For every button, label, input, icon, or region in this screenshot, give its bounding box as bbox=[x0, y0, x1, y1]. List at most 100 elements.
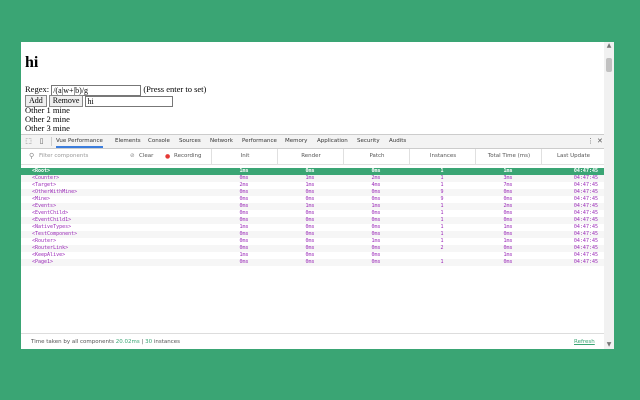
table-row[interactable]: <EventChild> 0ms 0ms 0ms 1 0ms 04:47:45 bbox=[21, 210, 604, 217]
recording-button[interactable]: Recording bbox=[174, 149, 202, 164]
component-table: <Root> 1ms 0ms 0ms 1 1ms 04:47:45 <Counter> 0ms 1… bbox=[21, 168, 604, 266]
cell-last-update: 04:47:45 bbox=[573, 189, 598, 195]
component-name: <Root> bbox=[32, 168, 51, 174]
table-row[interactable]: <Counter> 0ms 1ms 2ms 1 3ms 04:47:45 bbox=[21, 175, 604, 182]
cell-total: 0ms bbox=[503, 259, 513, 265]
cell-instances: 1 bbox=[440, 210, 444, 216]
table-row[interactable]: <Events> 0ms 1ms 1ms 1 2ms 04:47:45 bbox=[21, 203, 604, 210]
footer-separator: | bbox=[141, 339, 144, 345]
cell-instances: 9 bbox=[440, 189, 444, 195]
table-row[interactable]: <RouterLink> 0ms 0ms 0ms 2 0ms 04:47:45 bbox=[21, 245, 604, 252]
tab-vue-performance[interactable]: Vue Performance bbox=[56, 135, 103, 148]
regex-row: Regex: /(a|w+|b)/g (Press enter to set) bbox=[25, 84, 206, 96]
tab-performance[interactable]: Performance bbox=[242, 135, 277, 148]
column-header-patch[interactable]: Patch bbox=[343, 149, 410, 164]
cell-render: 1ms bbox=[305, 203, 315, 209]
cell-instances: 1 bbox=[440, 182, 444, 188]
cell-render: 1ms bbox=[305, 175, 315, 181]
cell-last-update: 04:47:45 bbox=[573, 203, 598, 209]
cell-last-update: 04:47:45 bbox=[573, 168, 598, 174]
tab-sources[interactable]: Sources bbox=[179, 135, 201, 148]
cell-render: 0ms bbox=[305, 168, 315, 174]
cell-patch: 0ms bbox=[371, 189, 381, 195]
cell-patch: 0ms bbox=[371, 252, 381, 258]
page-scrollbar[interactable]: ▲ ▼ bbox=[604, 42, 614, 349]
tab-audits[interactable]: Audits bbox=[389, 135, 406, 148]
tab-memory[interactable]: Memory bbox=[285, 135, 307, 148]
cell-init: 2ms bbox=[239, 182, 249, 188]
table-row[interactable]: <KeepAlive> 1ms 0ms 0ms 1ms 04:47:45 bbox=[21, 252, 604, 259]
cell-patch: 0ms bbox=[371, 259, 381, 265]
cell-last-update: 04:47:45 bbox=[573, 196, 598, 202]
component-name: <EventChild> bbox=[32, 210, 69, 216]
cell-total: 0ms bbox=[503, 245, 513, 251]
tab-elements[interactable]: Elements bbox=[115, 135, 141, 148]
cell-last-update: 04:47:45 bbox=[573, 175, 598, 181]
tab-security[interactable]: Security bbox=[357, 135, 380, 148]
clear-button[interactable]: Clear bbox=[139, 149, 153, 164]
table-row[interactable]: <TestComponent> 0ms 0ms 0ms 1 0ms 04:47:45 bbox=[21, 231, 604, 238]
cell-instances: 1 bbox=[440, 224, 444, 230]
item-input[interactable]: hi bbox=[85, 95, 174, 107]
column-header-last-update[interactable]: Last Update bbox=[541, 149, 605, 164]
column-header-total-time[interactable]: Total Time (ms) bbox=[475, 149, 542, 164]
cell-instances: 9 bbox=[440, 196, 444, 202]
table-row[interactable]: <Router> 0ms 0ms 1ms 1 1ms 04:47:45 bbox=[21, 238, 604, 245]
tab-network[interactable]: Network bbox=[210, 135, 233, 148]
component-name: <Router> bbox=[32, 238, 57, 244]
cell-render: 0ms bbox=[305, 245, 315, 251]
cell-render: 0ms bbox=[305, 217, 315, 223]
cell-last-update: 04:47:45 bbox=[573, 224, 598, 230]
cell-patch: 0ms bbox=[371, 210, 381, 216]
regex-input[interactable]: /(a|w+|b)/g bbox=[51, 84, 142, 96]
refresh-link[interactable]: Refresh bbox=[574, 339, 595, 345]
column-header-instances[interactable]: Instances bbox=[409, 149, 476, 164]
close-icon[interactable]: ✕ bbox=[597, 135, 603, 148]
cell-total: 2ms bbox=[503, 203, 513, 209]
table-row[interactable]: <OtherWithMine> 0ms 0ms 0ms 9 0ms 04:47:45 bbox=[21, 189, 604, 196]
cell-init: 0ms bbox=[239, 238, 249, 244]
filter-icon: ⚲ bbox=[29, 152, 35, 160]
devtools-footer: Time taken by all components 20.02ms | 3… bbox=[21, 333, 604, 349]
component-name: <Counter> bbox=[32, 175, 60, 181]
cell-render: 0ms bbox=[305, 259, 315, 265]
column-header-render[interactable]: Render bbox=[277, 149, 344, 164]
regex-hint: (Press enter to set) bbox=[143, 84, 207, 94]
component-name: <Target> bbox=[32, 182, 57, 188]
table-row[interactable]: <Mine> 0ms 0ms 0ms 9 0ms 04:47:45 bbox=[21, 196, 604, 203]
cell-instances: 1 bbox=[440, 175, 444, 181]
table-row[interactable]: <Target> 2ms 1ms 4ms 1 7ms 04:47:45 bbox=[21, 182, 604, 189]
cell-patch: 2ms bbox=[371, 175, 381, 181]
cell-total: 0ms bbox=[503, 196, 513, 202]
cell-last-update: 04:47:45 bbox=[573, 245, 598, 251]
scroll-up-icon[interactable]: ▲ bbox=[604, 42, 614, 50]
table-row[interactable]: <EventChild1> 0ms 0ms 0ms 1 0ms 04:47:45 bbox=[21, 217, 604, 224]
cell-instances: 1 bbox=[440, 203, 444, 209]
component-name: <Page1> bbox=[32, 259, 54, 265]
browser-window: hi Regex: /(a|w+|b)/g (Press enter to se… bbox=[21, 42, 614, 349]
component-name: <NativeTypes> bbox=[32, 224, 72, 230]
cell-patch: 0ms bbox=[371, 224, 381, 230]
more-menu-icon[interactable]: ⋮ bbox=[587, 135, 594, 148]
device-toolbar-icon[interactable]: ▯ bbox=[38, 138, 45, 145]
scroll-down-icon[interactable]: ▼ bbox=[604, 341, 614, 349]
regex-label: Regex: bbox=[25, 84, 50, 94]
cell-render: 0ms bbox=[305, 252, 315, 258]
cell-init: 0ms bbox=[239, 210, 249, 216]
table-row[interactable]: <Page1> 0ms 0ms 0ms 1 0ms 04:47:45 bbox=[21, 259, 604, 266]
table-row[interactable]: <NativeTypes> 1ms 0ms 0ms 1 1ms 04:47:45 bbox=[21, 224, 604, 231]
column-header-init[interactable]: Init bbox=[211, 149, 278, 164]
cell-total: 1ms bbox=[503, 252, 513, 258]
table-row[interactable]: <Root> 1ms 0ms 0ms 1 1ms 04:47:45 bbox=[21, 168, 604, 175]
tab-console[interactable]: Console bbox=[148, 135, 170, 148]
filter-input[interactable]: Filter components bbox=[39, 149, 88, 164]
footer-instance-count: 30 bbox=[145, 339, 153, 345]
scroll-thumb[interactable] bbox=[606, 58, 612, 72]
cell-render: 0ms bbox=[305, 196, 315, 202]
tab-application[interactable]: Application bbox=[317, 135, 348, 148]
cell-last-update: 04:47:45 bbox=[573, 210, 598, 216]
cell-render: 0ms bbox=[305, 189, 315, 195]
inspect-element-icon[interactable]: ⬚ bbox=[25, 138, 32, 145]
cell-patch: 4ms bbox=[371, 182, 381, 188]
cell-render: 0ms bbox=[305, 210, 315, 216]
